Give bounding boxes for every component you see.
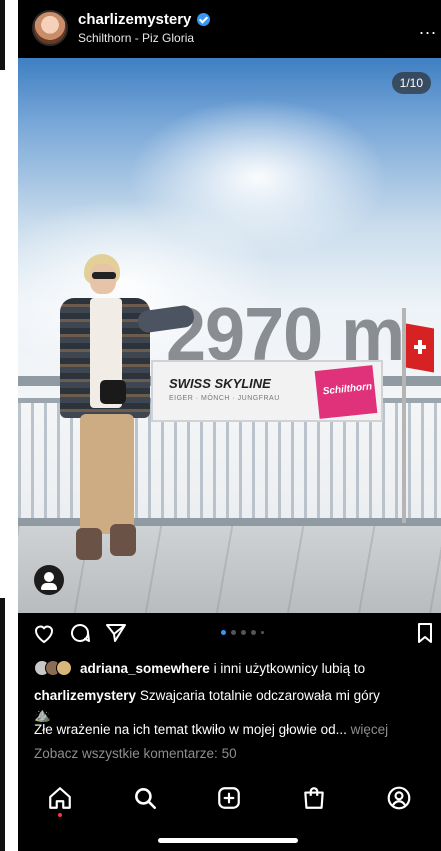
caption-username[interactable]: charlizemystery [34, 688, 136, 703]
verified-badge-icon [197, 13, 211, 26]
liker-avatars [34, 660, 72, 676]
search-icon [134, 788, 156, 810]
nav-shop[interactable] [299, 783, 329, 813]
carousel-dot [261, 631, 264, 634]
caption-line2-text: Złe wrażenie na ich temat tkwiło w mojej… [34, 722, 347, 737]
new-post-icon [218, 787, 241, 809]
notification-dot [58, 813, 63, 817]
home-icon [49, 787, 72, 809]
carousel-dot [221, 630, 226, 635]
nav-new-post[interactable] [214, 783, 244, 813]
action-bar [18, 613, 441, 653]
woman-figure [46, 254, 196, 574]
instagram-post: charlizemystery Schilthorn - Piz Gloria … [18, 0, 441, 851]
carousel-dot [241, 630, 246, 635]
tagged-user-icon[interactable] [34, 565, 64, 595]
avatar [56, 660, 72, 676]
home-indicator [158, 838, 298, 843]
nav-profile[interactable] [384, 783, 414, 813]
carousel-dot [251, 630, 256, 635]
bottom-nav [18, 768, 441, 828]
swiss-cross-icon [414, 340, 426, 354]
username-row: charlizemystery [78, 11, 211, 28]
post-photo[interactable]: 2970 m SWISS SKYLINE EIGER · MÖNCH · JUN… [18, 58, 441, 613]
location[interactable]: Schilthorn - Piz Gloria [78, 31, 194, 45]
likes-text: adriana_somewhere i inni użytkownicy lub… [80, 661, 365, 676]
shop-icon [304, 787, 324, 809]
carousel-dots [221, 630, 264, 635]
view-comments-link[interactable]: Zobacz wszystkie komentarze: 50 [34, 746, 237, 761]
sunglasses [92, 272, 116, 279]
left-edge-strip [0, 598, 5, 851]
profile-icon [387, 786, 411, 810]
more-link[interactable]: więcej [347, 722, 389, 737]
mountain-emoji: ⛰️ [34, 707, 51, 722]
pants [80, 414, 134, 534]
boot [110, 524, 136, 556]
left-edge-strip [0, 0, 5, 70]
comment-icon[interactable] [68, 621, 92, 645]
bookmark-icon[interactable] [413, 621, 437, 645]
screen: charlizemystery Schilthorn - Piz Gloria … [0, 0, 441, 851]
caption-line2: Złe wrażenie na ich temat tkwiło w mojej… [34, 722, 441, 737]
username[interactable]: charlizemystery [78, 11, 191, 28]
face [90, 264, 116, 294]
share-icon[interactable] [104, 621, 128, 645]
logo-text: Schilthorn [322, 381, 373, 398]
camera [100, 380, 126, 404]
liker-username[interactable]: adriana_somewhere [80, 661, 210, 676]
schilthorn-logo: Schilthorn [314, 365, 378, 419]
nav-search[interactable] [130, 783, 160, 813]
post-header: charlizemystery Schilthorn - Piz Gloria … [18, 0, 441, 58]
likes-row[interactable]: adriana_somewhere i inni użytkownicy lub… [34, 660, 365, 676]
avatar[interactable] [32, 10, 68, 46]
likes-rest: i inni użytkownicy lubią to [209, 660, 366, 676]
boot [76, 528, 102, 560]
more-options-icon[interactable]: ... [419, 18, 437, 39]
carousel-dot [231, 630, 236, 635]
caption: charlizemystery Szwajcaria totalnie odcz… [34, 686, 434, 724]
photo-counter: 1/10 [391, 72, 431, 94]
heart-icon[interactable] [32, 621, 56, 645]
nav-home[interactable] [45, 783, 75, 817]
caption-line1: Szwajcaria totalnie odczarowała mi góry [136, 688, 380, 703]
